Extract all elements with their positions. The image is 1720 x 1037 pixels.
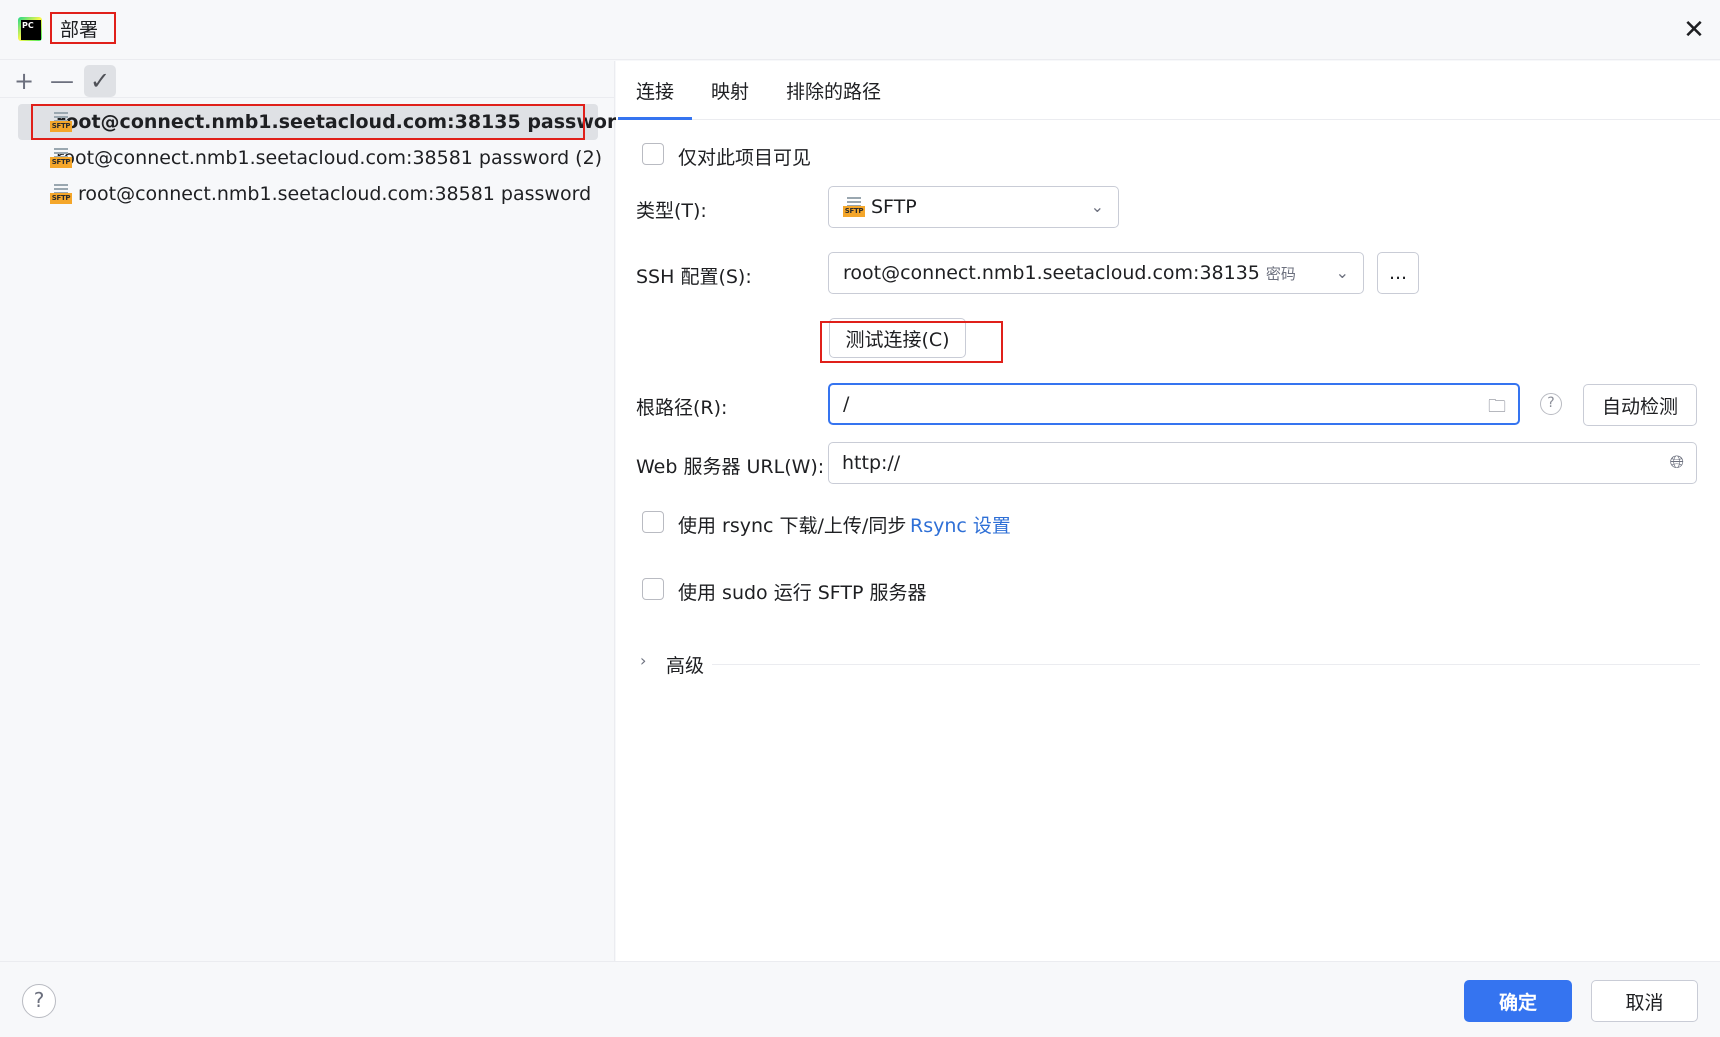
chevron-right-icon[interactable]: › bbox=[640, 651, 646, 670]
ssh-config-value: root@connect.nmb1.seetacloud.com:38135 bbox=[843, 262, 1260, 284]
check-icon: ✓ bbox=[89, 67, 111, 95]
type-label: 类型(T): bbox=[636, 200, 707, 222]
help-icon[interactable]: ? bbox=[1540, 393, 1562, 415]
tab-excluded-paths[interactable]: 排除的路径 bbox=[786, 77, 881, 117]
ssh-config-more-button[interactable]: ... bbox=[1377, 252, 1419, 294]
ssh-config-hint: 密码 bbox=[1265, 264, 1296, 283]
sudo-label: 使用 sudo 运行 SFTP 服务器 bbox=[678, 582, 927, 604]
section-divider bbox=[712, 664, 1700, 665]
chevron-down-icon: ⌄ bbox=[1090, 197, 1104, 216]
chevron-down-icon: ⌄ bbox=[1335, 263, 1349, 282]
window-title: 部署 bbox=[50, 12, 116, 44]
tab-bar: 连接 映射 排除的路径 bbox=[616, 61, 1720, 120]
cancel-button[interactable]: 取消 bbox=[1591, 980, 1698, 1022]
ssh-config-select[interactable]: root@connect.nmb1.seetacloud.com:38135 密… bbox=[828, 252, 1364, 294]
tab-connection[interactable]: 连接 bbox=[617, 77, 693, 120]
help-button[interactable]: ? bbox=[22, 984, 56, 1018]
visible-only-label: 仅对此项目可见 bbox=[678, 147, 812, 169]
bottom-bar bbox=[0, 961, 1720, 1037]
minus-icon: — bbox=[50, 67, 74, 95]
tree-item-label: root@connect.nmb1.seetacloud.com:38581 p… bbox=[56, 147, 603, 169]
rsync-checkbox[interactable] bbox=[642, 511, 664, 533]
sftp-icon: SFTP bbox=[843, 197, 865, 217]
tab-mappings[interactable]: 映射 bbox=[711, 77, 749, 117]
server-tree: SFTP root@connect.nmb1.seetacloud.com:38… bbox=[18, 104, 630, 212]
folder-icon[interactable]: 🗀 bbox=[1488, 394, 1506, 424]
highlight-box bbox=[31, 104, 585, 140]
rsync-settings-link[interactable]: Rsync 设置 bbox=[910, 511, 1011, 538]
tree-item-server-3[interactable]: SFTP root@connect.nmb1.seetacloud.com:38… bbox=[18, 176, 598, 212]
globe-icon[interactable]: 🌐︎ bbox=[1670, 452, 1684, 473]
tree-item-label: root@connect.nmb1.seetacloud.com:38581 p… bbox=[78, 183, 592, 205]
remove-server-button[interactable]: — bbox=[46, 65, 78, 97]
visible-only-checkbox[interactable] bbox=[642, 143, 664, 165]
title-bar: 部署 ✕ bbox=[0, 0, 1720, 60]
sftp-icon: SFTP bbox=[50, 184, 72, 204]
root-path-value: / bbox=[843, 393, 850, 415]
ssh-config-label: SSH 配置(S): bbox=[636, 266, 752, 288]
advanced-section-label[interactable]: 高级 bbox=[666, 651, 704, 678]
type-value: SFTP bbox=[871, 196, 917, 218]
auto-detect-button[interactable]: 自动检测 bbox=[1583, 384, 1697, 426]
web-url-value: http:// bbox=[842, 452, 901, 474]
toolbar-divider bbox=[0, 97, 615, 98]
plus-icon: + bbox=[13, 67, 35, 95]
root-path-label: 根路径(R): bbox=[636, 397, 728, 419]
web-url-label: Web 服务器 URL(W): bbox=[636, 456, 825, 478]
set-default-button[interactable]: ✓ bbox=[84, 65, 116, 97]
add-server-button[interactable]: + bbox=[8, 65, 40, 97]
ok-button[interactable]: 确定 bbox=[1464, 980, 1572, 1022]
type-select[interactable]: SFTP SFTP ⌄ bbox=[828, 186, 1119, 228]
rsync-label: 使用 rsync 下载/上传/同步 bbox=[678, 515, 907, 537]
close-icon[interactable]: ✕ bbox=[1682, 17, 1706, 43]
root-path-input[interactable]: / 🗀 bbox=[828, 383, 1520, 425]
sudo-checkbox[interactable] bbox=[642, 578, 664, 600]
web-url-input[interactable]: http:// 🌐︎ bbox=[828, 442, 1697, 484]
list-toolbar: + — ✓ bbox=[8, 65, 116, 101]
tree-item-server-1[interactable]: SFTP root@connect.nmb1.seetacloud.com:38… bbox=[18, 104, 630, 140]
highlight-box bbox=[820, 321, 1003, 363]
tree-item-server-2[interactable]: SFTP root@connect.nmb1.seetacloud.com:38… bbox=[18, 140, 602, 176]
server-list-pane: + — ✓ SFTP root@connect.nmb1.seetacloud.… bbox=[0, 61, 630, 961]
pycharm-icon bbox=[18, 17, 42, 41]
